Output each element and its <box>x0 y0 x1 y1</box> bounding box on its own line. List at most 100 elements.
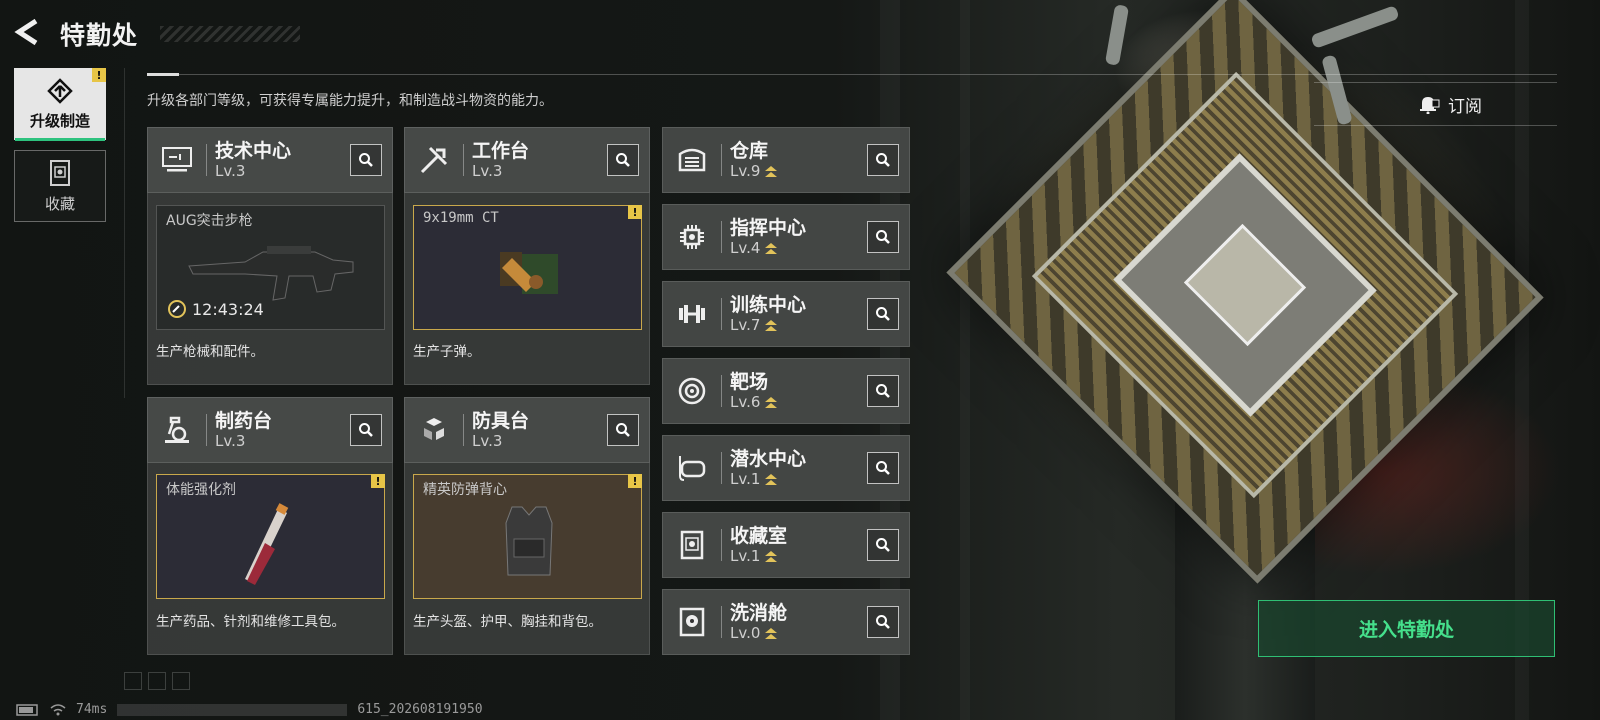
facility-name: 指挥中心 <box>730 217 807 239</box>
facility-name: 训练中心 <box>730 294 807 316</box>
facility-level-row: Lv.7 <box>730 316 806 334</box>
search-icon <box>876 230 890 244</box>
facility-level-row: Lv.1 <box>730 547 787 565</box>
facility-level: Lv.6 <box>730 393 761 411</box>
alert-badge: ! <box>628 205 642 219</box>
product-slot[interactable]: AUG突击步枪 12:43:24 <box>156 205 385 330</box>
search-button[interactable] <box>607 144 639 176</box>
sidebar-item-label: 收藏 <box>44 194 75 213</box>
alert-badge: ! <box>628 474 642 488</box>
product-name: 精英防弹背心 <box>423 482 507 498</box>
search-button[interactable] <box>350 144 382 176</box>
armor-cubes-icon <box>424 418 444 440</box>
search-button[interactable] <box>607 414 639 446</box>
product-name: 体能强化剂 <box>166 482 236 498</box>
facility-row[interactable]: 靶场 Lv.6 <box>662 358 910 424</box>
search-icon <box>876 461 890 475</box>
facility-level: Lv.4 <box>730 239 761 257</box>
alert-badge: ! <box>371 474 385 488</box>
timer-text: 12:43:24 <box>192 299 264 319</box>
enter-button[interactable]: 进入特勤处 <box>1258 600 1555 657</box>
diving-mask-icon <box>679 456 706 481</box>
sidebar-item-label: 升级制造 <box>29 111 90 130</box>
facility-row[interactable]: 洗消舱 Lv.0 <box>662 589 910 655</box>
search-button[interactable] <box>350 414 382 446</box>
ammo-box-image <box>500 252 558 294</box>
search-button[interactable] <box>867 221 899 253</box>
corner-decoration <box>124 672 190 690</box>
upgrade-arrow-icon <box>765 473 778 485</box>
facility-level: Lv.9 <box>730 162 761 180</box>
card-header: 制药台 Lv.3 <box>147 397 393 463</box>
facility-level: Lv.3 <box>215 432 246 450</box>
upgrade-arrow-icon <box>765 627 778 639</box>
injector-image <box>245 503 289 585</box>
product-name: 9x19mm CT <box>423 210 499 226</box>
facility-level-row: Lv.6 <box>730 393 778 411</box>
search-icon <box>876 384 890 398</box>
side-divider <box>124 68 125 398</box>
wifi-icon <box>50 703 66 715</box>
rifle-image <box>188 246 354 301</box>
facility-level: Lv.7 <box>730 316 761 334</box>
product-slot[interactable]: 9x19mm CT ! <box>413 205 642 330</box>
upgrade-arrow-icon <box>765 396 778 408</box>
page-title: 特勤处 <box>60 21 139 50</box>
facility-level: Lv.0 <box>730 624 761 642</box>
search-button[interactable] <box>867 375 899 407</box>
chip-icon <box>680 225 704 249</box>
facility-name: 技术中心 <box>215 140 292 162</box>
search-button[interactable] <box>867 606 899 638</box>
search-icon <box>359 423 373 437</box>
facility-name: 制药台 <box>215 410 273 432</box>
status-bar: 74ms 615_202608191950 <box>16 702 483 717</box>
search-icon <box>876 538 890 552</box>
subscribe-label: 订阅 <box>1448 96 1482 117</box>
production-timer: 12:43:24 <box>167 299 264 319</box>
facility-row[interactable]: 潜水中心 Lv.1 <box>662 435 910 501</box>
biohazard-icon <box>679 607 705 637</box>
search-icon <box>616 423 630 437</box>
search-icon <box>876 615 890 629</box>
search-icon <box>359 153 373 167</box>
facility-row[interactable]: 收藏室 Lv.1 <box>662 512 910 578</box>
facility-level: Lv.3 <box>215 162 246 180</box>
battery-icon <box>16 703 38 716</box>
wrench-clock-icon <box>168 300 186 318</box>
sidebar-item-upgrade[interactable]: 升级制造 ! <box>14 68 106 141</box>
search-button[interactable] <box>867 529 899 561</box>
blurred-id <box>117 703 348 716</box>
product-slot[interactable]: 体能强化剂 ! <box>156 474 385 599</box>
facility-row[interactable]: 指挥中心 Lv.4 <box>662 204 910 270</box>
upgrade-arrow-icon <box>765 550 778 562</box>
facility-level-row: Lv.0 <box>730 624 787 642</box>
facility-row[interactable]: 仓库 Lv.9 <box>662 127 910 193</box>
facility-row[interactable]: 训练中心 Lv.7 <box>662 281 910 347</box>
dumbbell-icon <box>679 305 705 323</box>
search-icon <box>876 307 890 321</box>
subscribe-button[interactable]: 订阅 <box>1314 82 1557 126</box>
vest-image <box>505 506 553 576</box>
upgrade-icon <box>47 77 73 104</box>
product-slot[interactable]: 精英防弹背心 ! <box>413 474 642 599</box>
card-description: 生产头盔、护甲、胸挂和背包。 <box>413 614 602 630</box>
search-button[interactable] <box>867 452 899 484</box>
product-name: AUG突击步枪 <box>166 213 253 229</box>
search-button[interactable] <box>867 144 899 176</box>
upgrade-arrow-icon <box>765 242 778 254</box>
alert-badge: ! <box>92 68 106 82</box>
build-text: 615_202608191950 <box>357 702 483 717</box>
search-button[interactable] <box>867 298 899 330</box>
facility-level-row: Lv.1 <box>730 470 806 488</box>
facility-name: 洗消舱 <box>730 602 788 624</box>
section-description: 升级各部门等级，可获得专属能力提升，和制造战斗物资的能力。 <box>147 93 553 109</box>
facility-level: Lv.3 <box>472 162 503 180</box>
facility-level: Lv.1 <box>730 470 761 488</box>
facility-level-row: Lv.9 <box>730 162 778 180</box>
target-icon <box>678 377 706 405</box>
facility-name: 收藏室 <box>730 525 788 547</box>
back-arrow-icon[interactable] <box>14 18 40 46</box>
sidebar-item-collection[interactable]: 收藏 <box>14 150 106 222</box>
facility-name: 工作台 <box>472 140 530 162</box>
facility-name: 防具台 <box>472 410 530 432</box>
